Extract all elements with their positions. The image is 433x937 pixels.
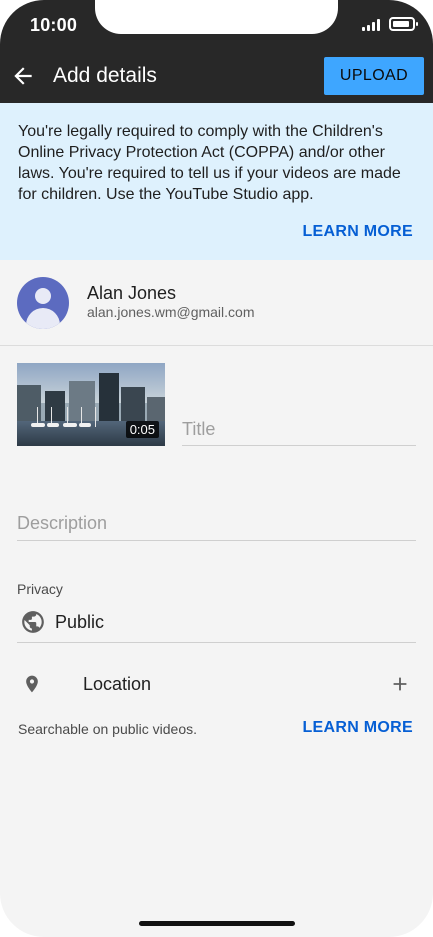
battery-icon [389, 17, 418, 31]
add-location-icon[interactable] [389, 673, 411, 695]
device-notch [95, 0, 338, 34]
video-thumbnail[interactable]: 0:05 [17, 363, 165, 446]
privacy-label: Privacy [17, 581, 63, 597]
location-label: Location [83, 674, 152, 694]
top-bar: 10:00 Add details UPLOAD [0, 0, 433, 103]
notice-text: You're legally required to comply with t… [18, 123, 401, 203]
status-time: 10:00 [30, 15, 78, 35]
phone-screen: 10:00 Add details UPLOAD You're legally … [0, 0, 433, 937]
location-row[interactable]: Location [0, 663, 433, 705]
account-email: alan.jones.wm@gmail.com [87, 304, 255, 320]
location-learn-more-link[interactable]: LEARN MORE [302, 719, 413, 737]
title-input[interactable] [182, 414, 416, 446]
globe-icon [22, 611, 44, 633]
location-hint: Searchable on public videos. [18, 721, 198, 737]
location-pin-icon [26, 675, 38, 693]
notice-learn-more-link[interactable]: LEARN MORE [302, 223, 413, 241]
privacy-value: Public [55, 612, 105, 632]
privacy-selector[interactable]: Public [17, 604, 416, 643]
home-indicator [139, 921, 295, 926]
avatar [17, 277, 69, 329]
description-input[interactable] [17, 507, 416, 541]
divider [0, 345, 433, 346]
upload-button[interactable]: UPLOAD [324, 57, 424, 95]
signal-icon [362, 19, 382, 31]
account-name: Alan Jones [87, 283, 177, 303]
video-duration: 0:05 [125, 421, 159, 438]
coppa-notice-banner: You're legally required to comply with t… [0, 103, 433, 260]
page-title: Add details [53, 64, 157, 87]
back-arrow-icon[interactable] [10, 63, 36, 89]
